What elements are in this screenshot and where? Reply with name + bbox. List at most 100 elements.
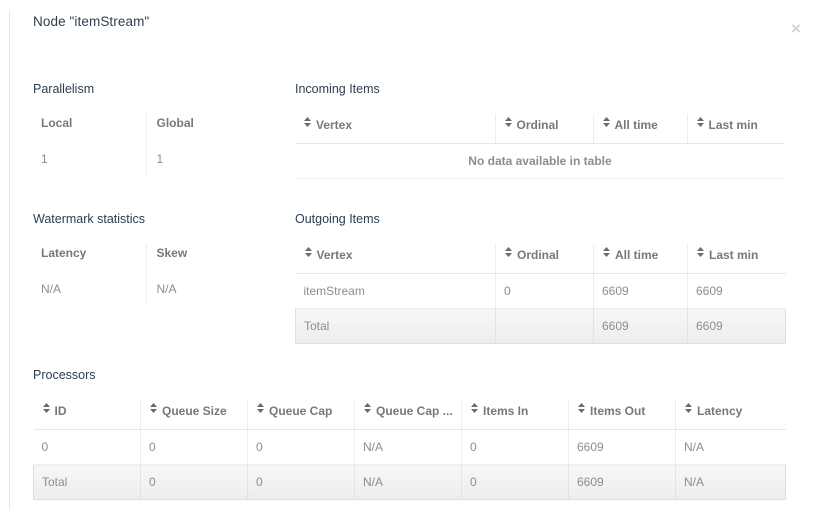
processors-table: ID Queue Size Queue Cap Queue Cap ... It… xyxy=(33,400,786,500)
table-row: 1 1 xyxy=(33,142,259,176)
sort-icon xyxy=(696,116,705,128)
cell-global-value: 1 xyxy=(146,142,259,176)
processors-section-title: Processors xyxy=(33,368,785,382)
column-header-label: ID xyxy=(55,404,67,418)
column-header-label: Items In xyxy=(483,404,528,418)
column-header-queue-cap[interactable]: Queue Cap xyxy=(248,400,355,430)
sort-icon xyxy=(470,402,479,414)
cell-all-time: 6609 xyxy=(594,274,688,309)
column-header-latency[interactable]: Latency xyxy=(676,400,786,430)
table-header-row: Local Global xyxy=(33,114,259,142)
column-header-last-min[interactable]: Last min xyxy=(688,244,786,274)
outgoing-items-table: Vertex Ordinal All time Last min itemStr… xyxy=(295,244,786,344)
cell-latency-value: N/A xyxy=(33,272,146,306)
sort-icon xyxy=(304,246,313,258)
column-header-ordinal[interactable]: Ordinal xyxy=(496,244,594,274)
sort-icon xyxy=(684,402,693,414)
cell-items-out: 6609 xyxy=(569,430,676,465)
sort-icon xyxy=(696,246,705,258)
empty-state-row: No data available in table xyxy=(295,144,785,179)
close-icon[interactable]: × xyxy=(785,18,807,40)
table-header-row: Vertex Ordinal All time Last min xyxy=(295,114,785,144)
column-header-label: Vertex xyxy=(316,118,352,132)
column-header-label: Queue Size xyxy=(162,404,227,418)
sort-icon xyxy=(504,116,513,128)
processors-section: Processors ID Queue Size Queue Cap xyxy=(33,368,785,500)
sort-icon xyxy=(602,116,611,128)
column-header-label: Last min xyxy=(709,248,758,262)
sort-icon xyxy=(577,402,586,414)
column-header-label: All time xyxy=(615,248,658,262)
cell-total-queue-size: 0 xyxy=(141,465,248,500)
outgoing-items-section-title: Outgoing Items xyxy=(295,212,785,226)
column-header-all-time[interactable]: All time xyxy=(594,244,688,274)
cell-items-in: 0 xyxy=(462,430,569,465)
outgoing-items-section: Outgoing Items Vertex Ordinal All time L… xyxy=(295,212,785,344)
page-title: Node "itemStream" xyxy=(33,14,149,29)
sort-icon xyxy=(363,402,372,414)
table-row: itemStream 0 6609 6609 xyxy=(296,274,786,309)
column-header-items-out[interactable]: Items Out xyxy=(569,400,676,430)
column-header-label: Items Out xyxy=(590,404,645,418)
cell-total-latency: N/A xyxy=(676,465,786,500)
empty-state-message: No data available in table xyxy=(295,144,785,179)
cell-total-label: Total xyxy=(296,309,496,344)
cell-id: 0 xyxy=(34,430,141,465)
column-header-global: Global xyxy=(146,114,259,142)
cell-total-items-in: 0 xyxy=(462,465,569,500)
cell-total-queue-cap: 0 xyxy=(248,465,355,500)
sort-icon xyxy=(303,116,312,128)
column-header-queue-cap-truncated[interactable]: Queue Cap ... xyxy=(355,400,462,430)
column-header-id[interactable]: ID xyxy=(34,400,141,430)
sort-icon xyxy=(504,246,513,258)
parallelism-section-title: Parallelism xyxy=(33,82,283,96)
cell-total-label: Total xyxy=(34,465,141,500)
column-header-last-min[interactable]: Last min xyxy=(687,114,785,144)
cell-skew-value: N/A xyxy=(146,272,259,306)
column-header-vertex[interactable]: Vertex xyxy=(295,114,495,144)
column-header-label: All time xyxy=(615,118,658,132)
column-header-label: Ordinal xyxy=(517,118,559,132)
column-header-latency: Latency xyxy=(33,244,146,272)
table-row: N/A N/A xyxy=(33,272,259,306)
cell-total-items-out: 6609 xyxy=(569,465,676,500)
cell-latency: N/A xyxy=(676,430,786,465)
table-row: 0 0 0 N/A 0 6609 N/A xyxy=(34,430,786,465)
column-header-label: Queue Cap xyxy=(269,404,332,418)
column-header-skew: Skew xyxy=(146,244,259,272)
column-header-local: Local xyxy=(33,114,146,142)
column-header-ordinal[interactable]: Ordinal xyxy=(495,114,593,144)
column-header-label: Latency xyxy=(697,404,742,418)
table-header-row: Latency Skew xyxy=(33,244,259,272)
column-header-vertex[interactable]: Vertex xyxy=(296,244,496,274)
column-header-label: Queue Cap ... xyxy=(376,404,453,418)
cell-local-value: 1 xyxy=(33,142,146,176)
watermark-statistics-section-title: Watermark statistics xyxy=(33,212,283,226)
dialog-left-divider xyxy=(9,10,10,510)
cell-vertex: itemStream xyxy=(296,274,496,309)
cell-last-min: 6609 xyxy=(688,274,786,309)
sort-icon xyxy=(149,402,158,414)
incoming-items-section-title: Incoming Items xyxy=(295,82,785,96)
parallelism-table: Local Global 1 1 xyxy=(33,114,259,176)
cell-queue-cap: 0 xyxy=(248,430,355,465)
incoming-items-section: Incoming Items Vertex Ordinal All time L… xyxy=(295,82,785,179)
table-total-row: Total 0 0 N/A 0 6609 N/A xyxy=(34,465,786,500)
cell-total-all-time: 6609 xyxy=(594,309,688,344)
column-header-all-time[interactable]: All time xyxy=(593,114,687,144)
node-details-dialog: Node "itemStream" × Parallelism Local Gl… xyxy=(0,0,819,525)
cell-total-queue-cap-truncated: N/A xyxy=(355,465,462,500)
sort-icon xyxy=(42,402,51,414)
cell-total-ordinal xyxy=(496,309,594,344)
table-header-row: Vertex Ordinal All time Last min xyxy=(296,244,786,274)
cell-queue-cap-truncated: N/A xyxy=(355,430,462,465)
column-header-items-in[interactable]: Items In xyxy=(462,400,569,430)
column-header-queue-size[interactable]: Queue Size xyxy=(141,400,248,430)
table-total-row: Total 6609 6609 xyxy=(296,309,786,344)
cell-total-last-min: 6609 xyxy=(688,309,786,344)
cell-ordinal: 0 xyxy=(496,274,594,309)
column-header-label: Last min xyxy=(709,118,758,132)
cell-queue-size: 0 xyxy=(141,430,248,465)
sort-icon xyxy=(256,402,265,414)
table-header-row: ID Queue Size Queue Cap Queue Cap ... It… xyxy=(34,400,786,430)
